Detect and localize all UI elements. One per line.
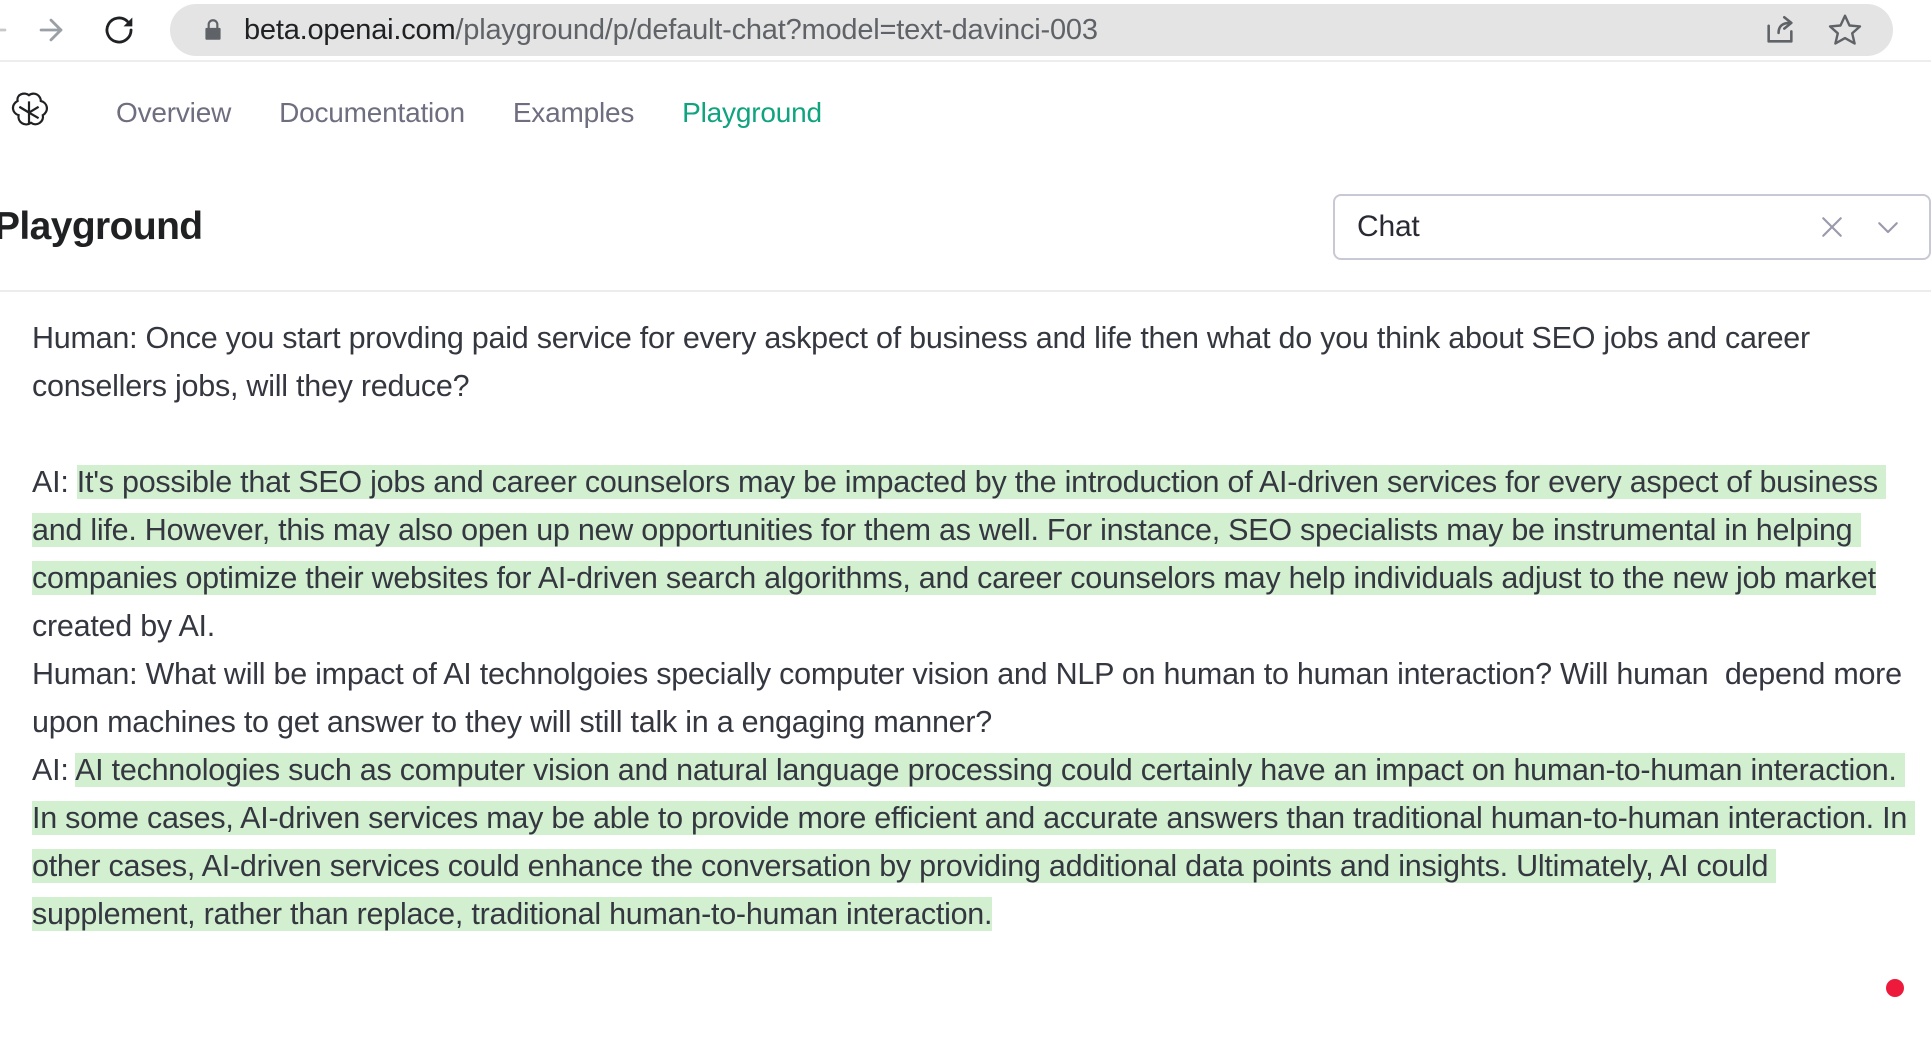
preset-actions [1817, 212, 1911, 242]
site-nav: Overview Documentation Examples Playgrou… [92, 97, 846, 129]
openai-logo-glyph [11, 92, 49, 126]
highlighted-completion: AI technologies such as computer vision … [32, 753, 1916, 931]
browser-back-button[interactable] [0, 7, 18, 53]
star-icon [1828, 14, 1862, 45]
arrow-left-icon [0, 28, 7, 32]
page-title-row: Playground Chat [0, 163, 1931, 292]
preset-selected-value: Chat [1357, 209, 1420, 243]
highlighted-completion: It's possible that SEO jobs and career c… [32, 465, 1887, 595]
completion-text[interactable]: Human: Once you start provding paid serv… [32, 314, 1916, 938]
nav-link-documentation[interactable]: Documentation [255, 97, 489, 129]
address-bar[interactable]: beta.openai.com/playground/p/default-cha… [170, 4, 1893, 56]
browser-forward-button[interactable] [28, 7, 74, 53]
nav-link-examples[interactable]: Examples [489, 97, 658, 129]
openai-logo-icon[interactable] [0, 89, 60, 137]
bookmark-button[interactable] [1827, 12, 1863, 48]
reload-icon [105, 16, 133, 44]
preset-dropdown-toggle[interactable] [1873, 212, 1903, 242]
browser-toolbar: beta.openai.com/playground/p/default-cha… [0, 0, 1931, 60]
site-header: Overview Documentation Examples Playgrou… [0, 60, 1931, 163]
record-dot-icon [1886, 979, 1904, 997]
nav-link-overview[interactable]: Overview [92, 97, 255, 129]
preset-clear-button[interactable] [1817, 212, 1847, 242]
lock-icon [200, 17, 226, 43]
preset-area: Chat [1333, 193, 1931, 260]
page-title: Playground [0, 205, 203, 248]
address-bar-url: beta.openai.com/playground/p/default-cha… [244, 15, 1098, 45]
share-button[interactable] [1763, 13, 1797, 47]
playground-editor[interactable]: Human: Once you start provding paid serv… [0, 292, 1931, 1041]
nav-link-playground[interactable]: Playground [658, 97, 846, 129]
browser-reload-button[interactable] [96, 7, 142, 53]
preset-select[interactable]: Chat [1333, 193, 1931, 260]
share-icon [1767, 15, 1793, 43]
close-x-icon [1822, 216, 1842, 237]
chevron-down-icon [1878, 221, 1898, 233]
arrow-right-icon [39, 18, 63, 42]
omnibox-actions [1763, 12, 1863, 48]
